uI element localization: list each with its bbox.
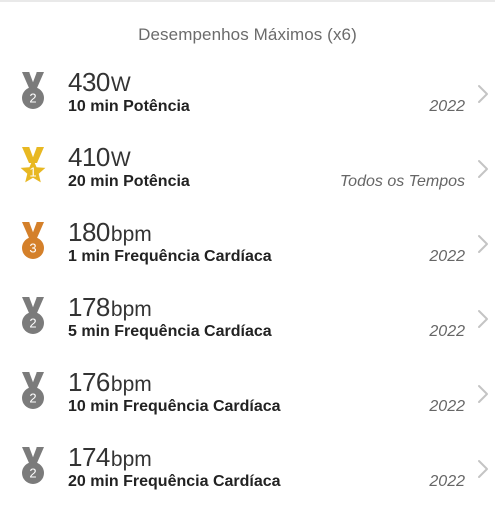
record-value-unit: bpm (110, 223, 152, 246)
record-value: 176bpm (68, 367, 152, 398)
record-label: 5 min Frequência Cardíaca (68, 323, 272, 340)
medal-rank-number: 2 (29, 391, 36, 406)
medal-rank-number: 3 (29, 241, 36, 256)
list-item[interactable]: 3 180bpm 1 min Frequência Cardíaca 2022 (0, 214, 495, 289)
record-label: 20 min Potência (68, 173, 190, 190)
section-title: Desempenhos Máximos (x6) (138, 25, 357, 44)
medal-rank-number: 2 (29, 466, 36, 481)
list-item[interactable]: 1 410W 20 min Potência Todos os Tempos (0, 139, 495, 214)
silver-medal-graphic: 2 (22, 71, 44, 109)
chevron-right-icon (478, 160, 488, 178)
medal-rank-number: 2 (29, 316, 36, 331)
medal-rank-number: 1 (29, 165, 36, 180)
record-label: 10 min Potência (68, 98, 190, 115)
silver-medal-graphic: 2 (22, 296, 44, 334)
chevron-right-icon (478, 310, 488, 328)
best-efforts-list: 2 430W 10 min Potência 2022 1 410W 20 mi… (0, 64, 495, 514)
chevron-right-icon (478, 385, 488, 403)
record-value-unit: W (110, 73, 131, 96)
medal-icon: 1 (17, 146, 49, 188)
medal-rank-number: 2 (29, 91, 36, 106)
medal-icon: 2 (17, 296, 49, 338)
record-value-number: 430 (68, 67, 110, 97)
record-period: 2022 (429, 323, 465, 340)
record-value: 180bpm (68, 217, 152, 248)
record-value-unit: bpm (110, 448, 152, 471)
gold-medal-graphic: 1 (20, 146, 46, 183)
record-period: 2022 (429, 398, 465, 415)
record-value-number: 180 (68, 217, 110, 247)
record-value-number: 410 (68, 142, 110, 172)
record-period: 2022 (429, 248, 465, 265)
medal-icon: 2 (17, 371, 49, 413)
record-label: 10 min Frequência Cardíaca (68, 398, 281, 415)
medal-icon: 3 (17, 221, 49, 263)
record-value-unit: bpm (110, 373, 152, 396)
top-divider (0, 0, 495, 2)
list-item[interactable]: 2 430W 10 min Potência 2022 (0, 64, 495, 139)
record-value: 430W (68, 67, 131, 98)
record-period: 2022 (429, 98, 465, 115)
bronze-medal-graphic: 3 (22, 221, 44, 259)
list-item[interactable]: 2 178bpm 5 min Frequência Cardíaca 2022 (0, 289, 495, 364)
record-value: 174bpm (68, 442, 152, 473)
chevron-right-icon (478, 235, 488, 253)
record-value: 178bpm (68, 292, 152, 323)
list-item[interactable]: 2 174bpm 20 min Frequência Cardíaca 2022 (0, 439, 495, 514)
record-period: Todos os Tempos (339, 173, 465, 190)
record-value: 410W (68, 142, 131, 173)
record-period: 2022 (429, 473, 465, 490)
record-value-unit: bpm (110, 298, 152, 321)
record-value-number: 178 (68, 292, 110, 322)
silver-medal-graphic: 2 (22, 446, 44, 484)
silver-medal-graphic: 2 (22, 371, 44, 409)
record-value-number: 174 (68, 442, 110, 472)
record-value-number: 176 (68, 367, 110, 397)
medal-icon: 2 (17, 71, 49, 113)
record-value-unit: W (110, 148, 131, 171)
record-label: 1 min Frequência Cardíaca (68, 248, 272, 265)
record-label: 20 min Frequência Cardíaca (68, 473, 281, 490)
chevron-right-icon (478, 460, 488, 478)
list-item[interactable]: 2 176bpm 10 min Frequência Cardíaca 2022 (0, 364, 495, 439)
chevron-right-icon (478, 85, 488, 103)
medal-icon: 2 (17, 446, 49, 488)
